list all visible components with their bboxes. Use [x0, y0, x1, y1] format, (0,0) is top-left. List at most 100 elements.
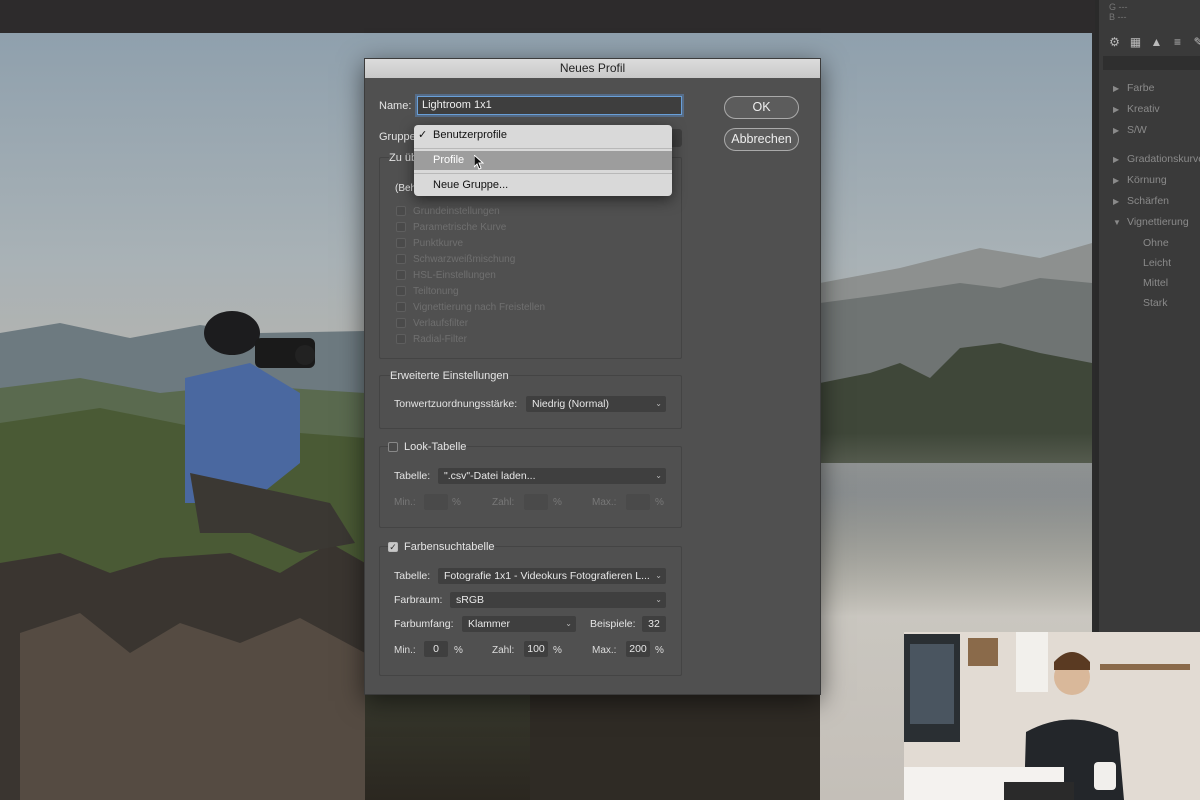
- lut-table-select[interactable]: Fotografie 1x1 - Videokurs Fotografieren…: [438, 568, 666, 584]
- grid-icon[interactable]: ▦: [1128, 35, 1143, 50]
- profile-group-kreativ[interactable]: ▶ Kreativ: [1099, 99, 1200, 120]
- look-max-field: [626, 494, 650, 510]
- checkbox[interactable]: [396, 286, 406, 296]
- gamut-value: Klammer: [468, 618, 511, 630]
- mouse-cursor-icon: [474, 155, 484, 170]
- pen-icon[interactable]: ✎: [1191, 35, 1200, 50]
- menu-divider: [414, 148, 672, 149]
- checkbox-row[interactable]: Punktkurve: [396, 235, 545, 251]
- ok-button[interactable]: OK: [724, 96, 799, 119]
- gamut-select[interactable]: Klammer ⌄: [462, 616, 576, 632]
- checkbox-row[interactable]: Grundeinstellungen: [396, 203, 545, 219]
- settings-checkbox-list: Grundeinstellungen Parametrische Kurve P…: [396, 203, 545, 347]
- samples-label: Beispiele:: [590, 618, 636, 630]
- color-lookup-header: ✓ Farbensuchtabelle: [388, 541, 495, 553]
- gamut-label: Farbumfang:: [394, 618, 454, 630]
- checkbox[interactable]: [396, 238, 406, 248]
- chevron-right-icon: ▶: [1113, 176, 1120, 185]
- color-lookup-box: ✓ Farbensuchtabelle Tabelle: Fotografie …: [379, 541, 682, 676]
- checkbox-row[interactable]: Vignettierung nach Freistellen: [396, 299, 545, 315]
- color-space-select[interactable]: sRGB ⌄: [450, 592, 666, 608]
- profile-group-koernung[interactable]: ▶ Körnung: [1099, 170, 1200, 191]
- group-label: Kreativ: [1127, 103, 1160, 115]
- group-label: Farbe: [1127, 82, 1155, 94]
- chevron-right-icon: ▶: [1113, 84, 1120, 93]
- look-table-checkbox[interactable]: [388, 442, 398, 452]
- chevron-down-icon: ⌄: [655, 471, 662, 480]
- group-label: Schärfen: [1127, 195, 1170, 207]
- profile-item-stark[interactable]: Stark: [1099, 293, 1200, 313]
- lut-min-field[interactable]: 0: [424, 641, 448, 657]
- app-top-bar: [0, 0, 1095, 33]
- panel-separator: [1103, 56, 1200, 70]
- profile-item-leicht[interactable]: Leicht: [1099, 253, 1200, 273]
- lut-max-field[interactable]: 200: [626, 641, 650, 657]
- menu-item-new-group[interactable]: Neue Gruppe...: [414, 176, 672, 195]
- look-max-pct: %: [655, 497, 664, 508]
- profile-item-ohne[interactable]: Ohne: [1099, 233, 1200, 253]
- checkmark-icon: ✓: [418, 129, 428, 141]
- checkbox[interactable]: [396, 222, 406, 232]
- color-lookup-title: Farbensuchtabelle: [404, 541, 495, 553]
- group-label: Gradationskurve: [1127, 153, 1200, 165]
- lut-count-pct: %: [553, 645, 562, 656]
- advanced-settings-box: Erweiterte Einstellungen Tonwertzuordnun…: [379, 370, 682, 429]
- checkbox-row[interactable]: Parametrische Kurve: [396, 219, 545, 235]
- presenter-video: [904, 632, 1200, 800]
- checkbox-row[interactable]: Verlaufsfilter: [396, 315, 545, 331]
- chevron-down-icon: ▼: [1113, 218, 1121, 227]
- samples-field[interactable]: 32: [642, 616, 666, 632]
- look-table-label: Tabelle:: [394, 470, 431, 482]
- chevron-right-icon: ▶: [1113, 105, 1120, 114]
- checkbox-row[interactable]: Schwarzweißmischung: [396, 251, 545, 267]
- profile-item-mittel[interactable]: Mittel: [1099, 273, 1200, 293]
- chevron-down-icon: ⌄: [655, 571, 662, 580]
- menu-item-benutzerprofile[interactable]: ✓ Benutzerprofile: [414, 126, 672, 145]
- checkbox[interactable]: [396, 270, 406, 280]
- lut-max-pct: %: [655, 645, 664, 656]
- layers-icon[interactable]: ≡: [1170, 35, 1185, 50]
- tone-mapping-select[interactable]: Niedrig (Normal) ⌄: [526, 396, 666, 412]
- checkbox-label: Verlaufsfilter: [413, 317, 469, 329]
- cancel-button[interactable]: Abbrechen: [724, 128, 799, 151]
- checkbox[interactable]: [396, 206, 406, 216]
- dialog-title: Neues Profil: [365, 59, 820, 78]
- webcam-overlay: [904, 632, 1200, 800]
- name-input[interactable]: Lightroom 1x1: [417, 96, 682, 115]
- checkbox[interactable]: [396, 254, 406, 264]
- checkbox-label: Schwarzweißmischung: [413, 253, 516, 265]
- lut-min-label: Min.:: [394, 645, 416, 656]
- group-label: Vignettierung: [1127, 216, 1189, 228]
- profile-group-schaerfen[interactable]: ▶ Schärfen: [1099, 191, 1200, 212]
- checkbox-row[interactable]: HSL-Einstellungen: [396, 267, 545, 283]
- chevron-right-icon: ▶: [1113, 155, 1120, 164]
- lut-table-label: Tabelle:: [394, 570, 431, 582]
- group-dropdown-menu: ✓ Benutzerprofile Profile Neue Gruppe...: [414, 125, 672, 196]
- checkbox-label: Parametrische Kurve: [413, 221, 507, 233]
- mountain-icon[interactable]: ▲: [1149, 35, 1164, 50]
- profile-group-vignettierung[interactable]: ▼ Vignettierung: [1099, 212, 1200, 233]
- look-table-select[interactable]: ".csv"-Datei laden... ⌄: [438, 468, 666, 484]
- profile-group-farbe[interactable]: ▶ Farbe: [1099, 78, 1200, 99]
- chevron-down-icon: ⌄: [655, 595, 662, 604]
- color-lookup-checkbox[interactable]: ✓: [388, 542, 398, 552]
- lut-count-field[interactable]: 100: [524, 641, 548, 657]
- menu-divider: [414, 173, 672, 174]
- group-label: Gruppe: [379, 131, 416, 143]
- look-table-box: Look-Tabelle Tabelle: ".csv"-Datei laden…: [379, 441, 682, 528]
- look-table-value: ".csv"-Datei laden...: [444, 470, 536, 482]
- checkbox-row[interactable]: Teiltonung: [396, 283, 545, 299]
- checkbox[interactable]: [396, 334, 406, 344]
- readout-green: G ---: [1109, 2, 1128, 12]
- name-label: Name:: [379, 100, 412, 112]
- lut-count-label: Zahl:: [492, 645, 515, 656]
- gear-icon[interactable]: ⚙: [1107, 35, 1122, 50]
- lut-max-label: Max.:: [592, 645, 617, 656]
- checkbox-row[interactable]: Radial-Filter: [396, 331, 545, 347]
- profile-group-gradationskurve[interactable]: ▶ Gradationskurve: [1099, 149, 1200, 170]
- checkbox[interactable]: [396, 302, 406, 312]
- menu-item-profile[interactable]: Profile: [414, 151, 672, 170]
- chevron-right-icon: ▶: [1113, 197, 1120, 206]
- profile-group-sw[interactable]: ▶ S/W: [1099, 120, 1200, 141]
- checkbox[interactable]: [396, 318, 406, 328]
